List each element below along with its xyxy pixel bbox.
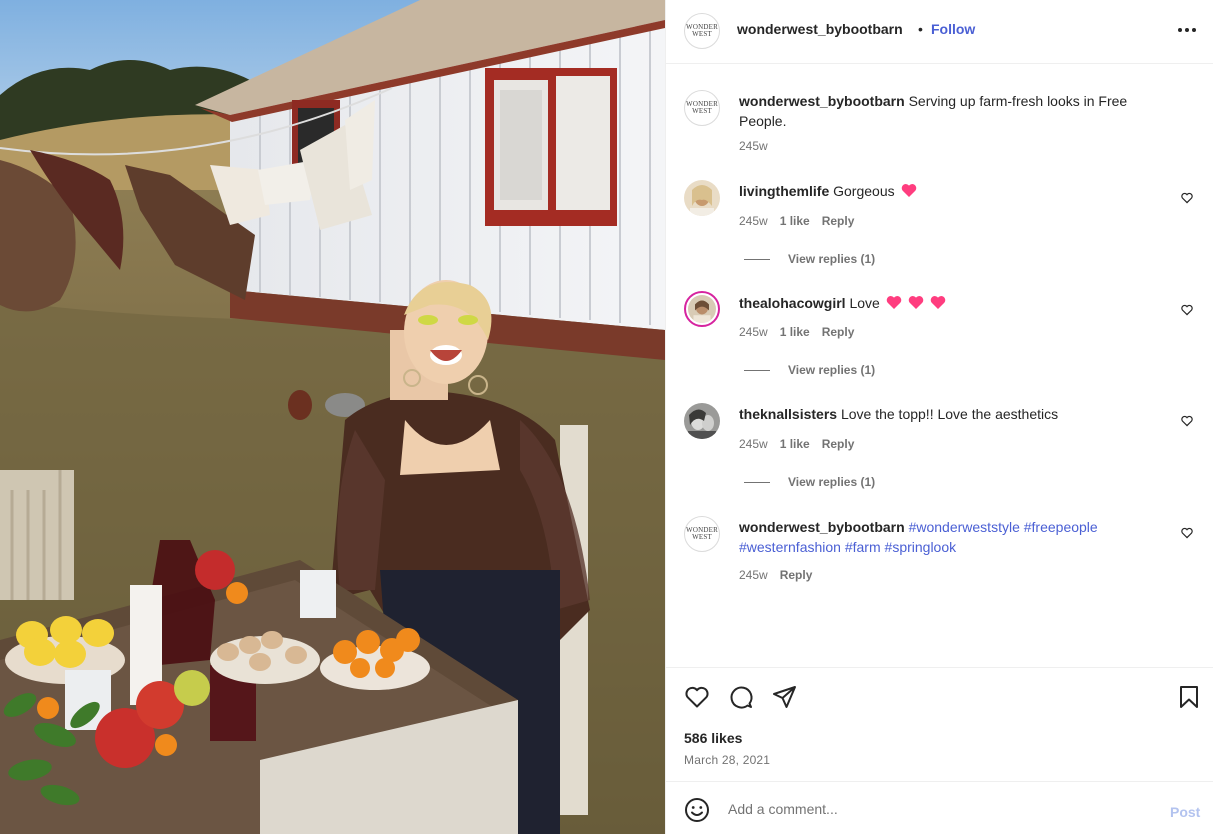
comment-timestamp[interactable]: 245w (739, 437, 768, 451)
comment-username[interactable]: livingthemlife (739, 183, 829, 199)
comment-like-icon[interactable] (1181, 192, 1193, 204)
post-photo[interactable] (0, 0, 665, 834)
heart-emoji-icon (908, 295, 924, 310)
comment-username[interactable]: theknallsisters (739, 406, 837, 422)
comment-username[interactable]: wonderwest_bybootbarn (739, 519, 905, 535)
header-separator: • (918, 21, 923, 37)
comment-meta: 245w 1 like Reply (739, 214, 854, 228)
replies-divider-line (744, 481, 770, 483)
comment-body: wonderwest_bybootbarn #wonderweststyle #… (739, 517, 1159, 557)
more-options-icon[interactable] (1174, 18, 1200, 42)
post-author-username[interactable]: wonderwest_bybootbarn (737, 21, 903, 37)
profile-avatar[interactable]: WONDER WEST (684, 13, 720, 49)
avatar-text-line2: WEST (692, 533, 712, 541)
avatar-text-line2: WEST (692, 30, 712, 38)
comment-reply-button[interactable]: Reply (822, 325, 855, 339)
replies-divider-line (744, 369, 770, 371)
like-count[interactable]: 586 likes (684, 730, 742, 746)
comment-username[interactable]: thealohacowgirl (739, 295, 846, 311)
comment-body: theknallsisters Love the topp!! Love the… (739, 404, 1159, 424)
view-replies-button[interactable]: View replies (1) (744, 252, 875, 266)
comment-like-icon[interactable] (1181, 527, 1193, 539)
comment-like-icon[interactable] (1181, 415, 1193, 427)
add-comment-bar: Post (666, 781, 1213, 834)
photo-farm-scene (0, 0, 665, 834)
comment-reply-button[interactable]: Reply (822, 437, 855, 451)
commenter-avatar[interactable] (684, 180, 720, 216)
avatar-text-line2: WEST (692, 107, 712, 115)
view-replies-label: View replies (1) (788, 252, 876, 266)
caption-body: wonderwest_bybootbarn Serving up farm-fr… (739, 91, 1159, 131)
comment-body: thealohacowgirl Love (739, 293, 1159, 313)
bookmark-icon[interactable] (1176, 684, 1202, 710)
caption-timestamp[interactable]: 245w (739, 139, 768, 153)
comment-like-icon[interactable] (1181, 304, 1193, 316)
heart-emoji-icon (886, 295, 902, 310)
comment-bubble-icon[interactable] (728, 684, 754, 710)
comment-input[interactable] (728, 796, 1148, 822)
hashtag-link[interactable]: #springlook (885, 539, 957, 555)
post-comment-button[interactable]: Post (1170, 804, 1200, 820)
commenter-avatar[interactable] (684, 403, 720, 439)
heart-emoji-icon (930, 295, 946, 310)
comment-timestamp[interactable]: 245w (739, 325, 768, 339)
caption-meta: 245w (739, 139, 768, 153)
caption-username[interactable]: wonderwest_bybootbarn (739, 93, 905, 109)
hashtag-link[interactable]: #freepeople (1024, 519, 1098, 535)
hashtag-link[interactable]: #wonderweststyle (909, 519, 1020, 535)
emoji-smile-icon[interactable] (684, 797, 710, 823)
comment-meta: 245w 1 like Reply (739, 325, 854, 339)
hashtag-link[interactable]: #farm (845, 539, 881, 555)
comment-text: Love (849, 295, 880, 311)
comment-meta: 245w Reply (739, 568, 812, 582)
post-caption: WONDER WEST wonderwest_bybootbarn Servin… (666, 90, 1213, 160)
share-paper-plane-icon[interactable] (772, 684, 798, 710)
commenter-avatar-story-ring[interactable] (684, 291, 720, 327)
view-replies-label: View replies (1) (788, 475, 876, 489)
comment-like-count[interactable]: 1 like (780, 437, 810, 451)
follow-button[interactable]: Follow (931, 21, 975, 37)
hashtag-comment-item: WONDER WEST wonderwest_bybootbarn #wonde… (666, 516, 1213, 591)
comment-body: livingthemlife Gorgeous (739, 181, 1159, 201)
comment-item: theknallsisters Love the topp!! Love the… (666, 403, 1213, 498)
comment-item: thealohacowgirl Love 245w 1 like Reply V… (666, 291, 1213, 386)
comment-timestamp[interactable]: 245w (739, 214, 768, 228)
post-header: WONDER WEST wonderwest_bybootbarn • Foll… (666, 0, 1213, 64)
comment-item: livingthemlife Gorgeous 245w 1 like Repl… (666, 180, 1213, 275)
comment-like-count[interactable]: 1 like (780, 325, 810, 339)
hashtag-link[interactable]: #westernfashion (739, 539, 841, 555)
comment-meta: 245w 1 like Reply (739, 437, 854, 451)
post-actions: 586 likes March 28, 2021 (666, 667, 1213, 781)
view-replies-label: View replies (1) (788, 363, 876, 377)
caption-avatar[interactable]: WONDER WEST (684, 90, 720, 126)
post-sidebar: WONDER WEST wonderwest_bybootbarn • Foll… (665, 0, 1213, 834)
comment-timestamp[interactable]: 245w (739, 568, 768, 582)
view-replies-button[interactable]: View replies (1) (744, 363, 875, 377)
post-date[interactable]: March 28, 2021 (684, 753, 770, 767)
heart-outline-icon[interactable] (684, 684, 710, 710)
comment-text: Gorgeous (833, 183, 895, 199)
commenter-avatar[interactable]: WONDER WEST (684, 516, 720, 552)
comment-like-count[interactable]: 1 like (780, 214, 810, 228)
view-replies-button[interactable]: View replies (1) (744, 475, 875, 489)
comment-reply-button[interactable]: Reply (822, 214, 855, 228)
comment-reply-button[interactable]: Reply (780, 568, 813, 582)
heart-emoji-icon (901, 183, 917, 198)
replies-divider-line (744, 258, 770, 260)
comment-text: Love the topp!! Love the aesthetics (840, 406, 1059, 422)
